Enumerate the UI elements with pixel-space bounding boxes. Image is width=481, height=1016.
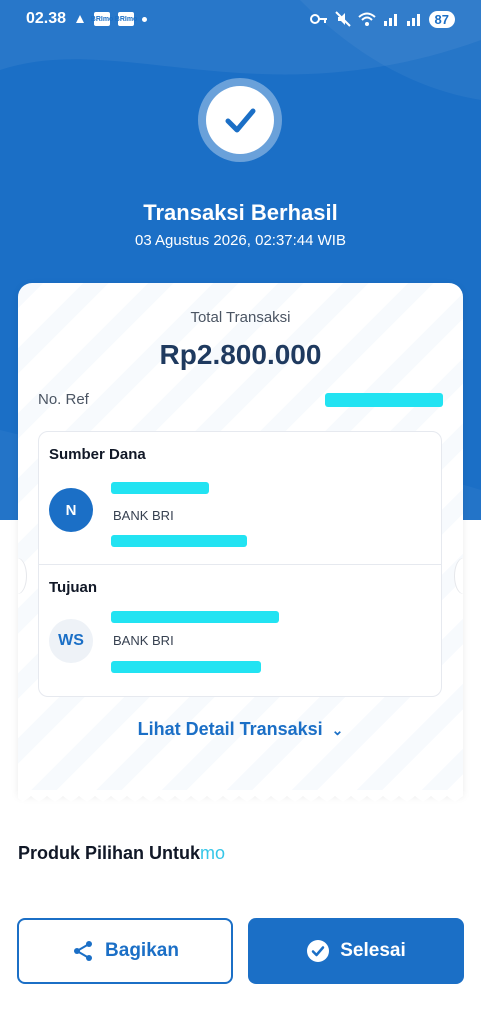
page-title: Transaksi Berhasil <box>143 200 338 225</box>
check-circle-icon <box>307 940 330 962</box>
source-bank: BANK BRI <box>113 508 174 523</box>
destination-avatar: WS <box>49 619 93 663</box>
source-account-redacted <box>111 535 247 547</box>
destination-title: Tujuan <box>49 579 98 596</box>
products-label: Produk Pilihan Untuk <box>18 843 201 863</box>
destination-account-redacted <box>111 661 261 673</box>
done-button-label: Selesai <box>340 940 406 961</box>
chevron-down-icon: ⌄ <box>331 722 344 738</box>
check-circle-icon <box>225 108 256 133</box>
mute-icon <box>334 11 351 27</box>
ref-label: No. Ref <box>38 391 89 408</box>
success-badge <box>198 78 282 162</box>
done-button[interactable]: Selesai <box>248 918 464 984</box>
total-amount: Rp2.800.000 <box>159 339 322 370</box>
wifi-icon <box>357 12 376 26</box>
total-label: Total Transaksi <box>190 309 291 326</box>
share-icon <box>74 941 93 961</box>
detail-link-label: Lihat Detail Transaksi <box>137 719 323 739</box>
transaction-datetime: 03 Agustus 2026, 02:37:44 WIB <box>135 232 346 249</box>
destination-name-redacted <box>111 611 279 623</box>
source-avatar: N <box>49 488 93 532</box>
notification-icon <box>76 15 85 23</box>
source-of-funds-section: Sumber Dana N BANK BRI <box>38 431 442 565</box>
status-time: 02.38 <box>26 10 67 27</box>
destination-section: Tujuan WS BANK BRI <box>38 565 442 697</box>
view-transaction-detail-link[interactable]: Lihat Detail Transaksi ⌄ <box>18 719 463 740</box>
ref-value-redacted <box>325 393 443 407</box>
destination-bank: BANK BRI <box>113 633 174 648</box>
signal-icon-2 <box>406 14 420 26</box>
signal-icon <box>383 14 397 26</box>
key-icon <box>309 14 327 24</box>
receipt-card: Total Transaksi Rp2.800.000 No. Ref Sumb… <box>18 283 463 795</box>
share-button[interactable]: Bagikan <box>17 918 233 984</box>
brand-mo: mo <box>200 843 226 863</box>
receipt-zigzag-edge <box>18 790 463 802</box>
product-recommendation-heading: Produk Pilihan Untukmo <box>18 843 225 864</box>
battery-indicator: 87 <box>428 10 455 28</box>
status-bar: 02.38 BRImo BRImo 87 <box>0 0 481 38</box>
share-button-label: Bagikan <box>105 940 179 961</box>
brimo-notification-icon: BRImo <box>91 12 113 26</box>
source-name-redacted <box>111 482 209 494</box>
source-title: Sumber Dana <box>49 446 146 463</box>
more-notifications-dot <box>142 16 148 22</box>
brimo-notification-icon-2: BRImo <box>115 12 137 26</box>
